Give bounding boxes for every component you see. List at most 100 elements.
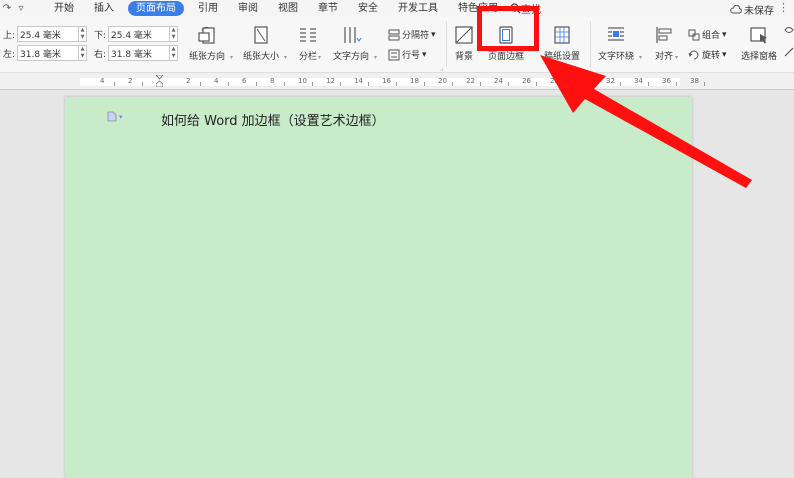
- cloud-icon: [730, 5, 742, 14]
- menu-tab-review[interactable]: 审阅: [228, 1, 268, 16]
- top-margin-input[interactable]: [17, 26, 79, 42]
- manuscript-settings-button[interactable]: 稿纸设置: [544, 24, 580, 62]
- text-wrap-button[interactable]: 文字环绕: [598, 24, 634, 62]
- manuscript-settings-label: 稿纸设置: [544, 52, 581, 62]
- ruler-tick-mark: [480, 82, 481, 86]
- top-margin-stepper[interactable]: ▲ ▼: [79, 26, 87, 42]
- save-status[interactable]: 未保存: [730, 2, 774, 17]
- highlight-box: [477, 6, 539, 51]
- menu-tab-insert[interactable]: 插入: [84, 1, 124, 16]
- ruler-tick-label: 4: [214, 77, 219, 85]
- dropdown-arrow-icon: ▾: [318, 54, 322, 61]
- manuscript-grid-icon: [554, 26, 570, 44]
- paper-orientation-icon: [198, 26, 215, 44]
- ruler-tick-label: 24: [494, 77, 503, 85]
- ruler-tick-label: 18: [410, 77, 419, 85]
- ruler-tick-label: 12: [326, 77, 335, 85]
- menu-tab-security[interactable]: 安全: [348, 1, 388, 16]
- dropdown-arrow-icon: ▾: [722, 29, 727, 40]
- paper-size-label: 纸张大小: [243, 52, 280, 62]
- paragraph-handle[interactable]: ▾: [107, 111, 123, 122]
- menu-tab-view[interactable]: 视图: [268, 1, 308, 16]
- paper-orientation-button[interactable]: 纸张方向: [189, 24, 225, 62]
- line-number-button[interactable]: 行号 ▾: [388, 48, 427, 61]
- more-options-icon[interactable]: ⋮: [778, 1, 789, 14]
- ruler-tick-mark: [114, 82, 115, 86]
- background-button[interactable]: 背景: [453, 24, 475, 62]
- quick-access-dropdown-icon[interactable]: ▿: [14, 3, 28, 14]
- ruler-tick-mark: [284, 82, 285, 86]
- redo-icon[interactable]: ↷: [0, 3, 14, 14]
- ruler-tick-label: 6: [242, 77, 247, 85]
- dropdown-arrow-icon: ▾: [431, 29, 436, 40]
- ruler-tick-mark: [340, 82, 341, 86]
- selection-pane-icon: [750, 27, 767, 44]
- ruler-tick-label: 28: [550, 77, 559, 85]
- ruler-tick-label: 4: [100, 77, 105, 85]
- align-icon: [656, 27, 672, 43]
- document-title[interactable]: 如何给 Word 加边框（设置艺术边框）: [161, 110, 385, 129]
- more-tools-icon[interactable]: [784, 47, 794, 57]
- ruler-tick-mark: [396, 82, 397, 86]
- ruler-tick-label: 30: [578, 77, 587, 85]
- horizontal-ruler[interactable]: 4 2 2 4 6 8 10 12 14 16 18 20 22 24 26 28 30 32 34 36 38: [0, 73, 794, 90]
- right-margin-input[interactable]: [108, 45, 170, 61]
- rotate-button[interactable]: 旋转 ▾: [688, 48, 727, 61]
- dropdown-arrow-icon: ▾: [230, 54, 234, 61]
- left-margin-field: 左: ▲▼: [3, 45, 87, 61]
- group-button[interactable]: 组合 ▾: [688, 28, 727, 41]
- separator-button[interactable]: 分隔符 ▾: [388, 28, 436, 41]
- menu-tab-page-layout[interactable]: 页面布局: [128, 1, 184, 16]
- menu-tab-references[interactable]: 引用: [188, 1, 228, 16]
- ruler-tick-mark: [142, 82, 143, 86]
- ruler-tick-label: 34: [634, 77, 643, 85]
- ruler-tick-mark: [620, 82, 621, 86]
- ruler-tick-mark: [424, 82, 425, 86]
- group-label: 组合: [702, 31, 721, 41]
- ruler-tick-mark: [564, 82, 565, 86]
- left-margin-input[interactable]: [17, 45, 79, 61]
- settings-icon[interactable]: [784, 25, 794, 35]
- left-margin-stepper[interactable]: ▲ ▼: [79, 45, 87, 61]
- text-direction-icon: [344, 27, 362, 43]
- dropdown-arrow-icon: ▾: [284, 54, 288, 61]
- menu-tab-developer[interactable]: 开发工具: [388, 1, 448, 16]
- ruler-tick-label: 36: [662, 77, 671, 85]
- ruler-tick-label: 20: [438, 77, 447, 85]
- document-page[interactable]: ▾ 如何给 Word 加边框（设置艺术边框）: [65, 97, 692, 478]
- menu-bar: ↷ ▿ 开始 插入 页面布局 引用 审阅 视图 章节 安全 开发工具 特色应用 …: [0, 0, 794, 17]
- ruler-tick-label: 10: [298, 77, 307, 85]
- ruler-tick-mark: [704, 82, 705, 86]
- bottom-margin-input[interactable]: [108, 26, 170, 42]
- ruler-tick-label: 16: [382, 77, 391, 85]
- columns-button[interactable]: 分栏: [297, 24, 319, 62]
- ruler-tick-mark: [592, 82, 593, 86]
- background-icon: [455, 26, 473, 44]
- bottom-margin-field: 下: ▲▼: [94, 26, 178, 42]
- chevron-down-icon: ▾: [119, 112, 123, 121]
- text-wrap-icon: [608, 27, 624, 41]
- indent-marker-icon[interactable]: [156, 75, 163, 87]
- text-direction-button[interactable]: 文字方向: [333, 24, 369, 62]
- ruler-tick-label: 26: [522, 77, 531, 85]
- ruler-tick-label: 32: [606, 77, 615, 85]
- right-margin-stepper[interactable]: ▲ ▼: [170, 45, 178, 61]
- unsaved-label: 未保存: [744, 6, 774, 17]
- ruler-tick-mark: [228, 82, 229, 86]
- ruler-tick-mark: [200, 82, 201, 86]
- selection-pane-button[interactable]: 选择窗格: [741, 24, 777, 62]
- menu-tab-section[interactable]: 章节: [308, 1, 348, 16]
- align-button[interactable]: 对齐: [653, 24, 675, 62]
- dropdown-arrow-icon: ▾: [639, 54, 643, 61]
- bottom-margin-stepper[interactable]: ▲ ▼: [170, 26, 178, 42]
- paper-size-button[interactable]: 纸张大小: [243, 24, 279, 62]
- ruler-tick-label: 2: [128, 77, 133, 85]
- columns-label: 分栏: [298, 52, 317, 62]
- ribbon-toolbar: 上: ▲▼ 下: ▲▼ 左: ▲▼ 右: ▲▼ 纸张方向 ▾ 纸张大小 ▾ 分栏…: [0, 17, 794, 73]
- menu-tab-home[interactable]: 开始: [44, 1, 84, 16]
- line-number-icon: [388, 49, 400, 60]
- dialog-launcher-icon[interactable]: ⌟: [440, 65, 443, 72]
- paper-size-icon: [254, 26, 268, 44]
- right-margin-field: 右: ▲▼: [94, 45, 178, 61]
- text-direction-label: 文字方向: [333, 52, 370, 62]
